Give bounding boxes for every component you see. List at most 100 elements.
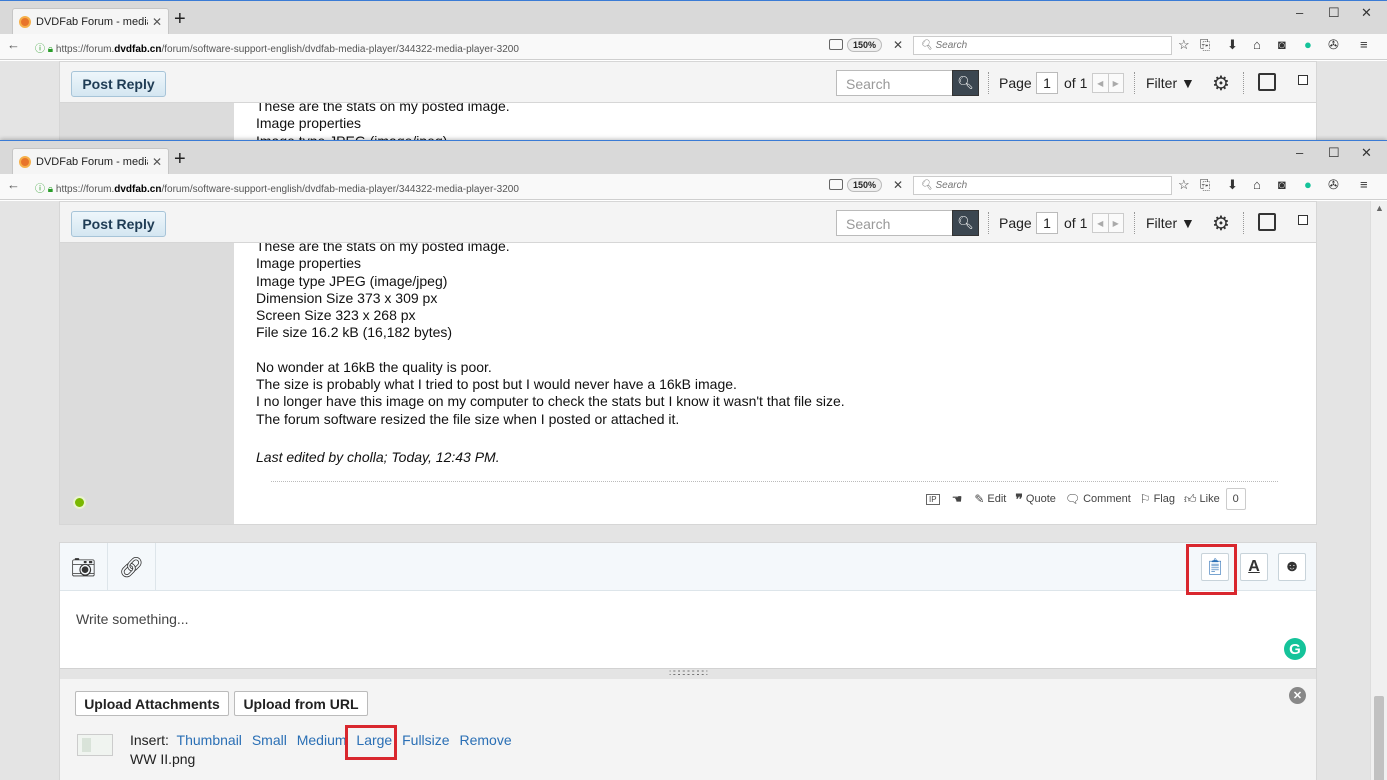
upload-from-url-button[interactable]: Upload from URL: [234, 691, 368, 716]
filter-dropdown[interactable]: Filter ▼: [1146, 75, 1195, 91]
last-edited-note: Last edited by cholla; Today, 12:43 PM.: [256, 448, 500, 465]
link-icon[interactable]: 🔗︎: [108, 543, 156, 591]
select-checkbox[interactable]: [1298, 75, 1308, 85]
next-page-icon[interactable]: ▶: [1109, 74, 1124, 92]
download-icon[interactable]: ⬇: [1227, 177, 1238, 193]
tab-close-icon[interactable]: ✕: [152, 155, 162, 169]
menu-icon[interactable]: ≡: [1360, 37, 1368, 52]
like-button[interactable]: 👍︎ Like: [1184, 492, 1220, 507]
reader-view-icon[interactable]: [829, 39, 843, 50]
upload-attachments-button[interactable]: Upload Attachments: [75, 691, 229, 716]
prev-page-icon[interactable]: ◀: [1093, 74, 1109, 92]
grammarly-icon[interactable]: ●: [1304, 177, 1312, 192]
url-path: /forum/software-support-english/dvdfab-m…: [161, 44, 519, 55]
flag-button[interactable]: ⚐ Flag: [1140, 492, 1175, 506]
forum-search-input[interactable]: Search: [836, 70, 953, 96]
scroll-thumb[interactable]: [1374, 696, 1384, 780]
browser-search-input[interactable]: 🔍︎ Search: [913, 176, 1172, 195]
close-upload-icon[interactable]: ✕: [1289, 687, 1306, 704]
prev-page-icon[interactable]: ◀: [1093, 214, 1109, 232]
minimize-button[interactable]: –: [1296, 145, 1303, 160]
close-window-button[interactable]: ✕: [1361, 5, 1372, 21]
minimize-button[interactable]: –: [1296, 5, 1303, 20]
address-bar[interactable]: ⓘ 🔒︎ https://forum.dvdfab.cn/forum/softw…: [35, 40, 519, 55]
ip-button[interactable]: IP: [926, 493, 943, 505]
select-checkbox[interactable]: [1298, 215, 1308, 225]
quote-button[interactable]: ❞ Quote: [1015, 491, 1056, 508]
scrollbar[interactable]: ▲: [1370, 201, 1387, 780]
camera-icon[interactable]: 📷︎: [60, 543, 108, 591]
divider: [1134, 72, 1135, 94]
gear-icon[interactable]: ⚙: [1212, 71, 1230, 96]
maximize-button[interactable]: ☐: [1328, 145, 1340, 161]
page-back: Post Reply Search 🔍︎ Page 1 of 1 ◀ ▶ Filt…: [0, 61, 1387, 141]
reader-view-icon[interactable]: [829, 179, 843, 190]
download-icon[interactable]: ⬇: [1227, 37, 1238, 53]
pocket-icon[interactable]: ◙: [1278, 177, 1286, 192]
image-icon[interactable]: [1258, 213, 1276, 231]
thanks-button[interactable]: ☚: [952, 492, 966, 506]
quote-icon: ❞: [1015, 490, 1023, 507]
close-window-button[interactable]: ✕: [1361, 145, 1372, 161]
insert-thumbnail-link[interactable]: Thumbnail: [177, 732, 242, 748]
reply-editor: 📷︎ 🔗︎ 📋︎ A ☻ Write something... G ∷∷∷∷∷∷…: [59, 542, 1317, 780]
insert-small-link[interactable]: Small: [252, 732, 287, 748]
address-bar[interactable]: ⓘ 🔒︎ https://forum.dvdfab.cn/forum/softw…: [35, 180, 519, 195]
extension-icon[interactable]: ✇: [1328, 37, 1339, 53]
bookmarks-list-icon[interactable]: ⎘: [1200, 37, 1210, 53]
browser-search-placeholder: Search: [935, 40, 968, 51]
maximize-button[interactable]: ☐: [1328, 5, 1340, 21]
url-path: /forum/software-support-english/dvdfab-m…: [161, 184, 519, 195]
favicon-icon: [19, 15, 31, 28]
resize-handle[interactable]: ∷∷∷∷∷∷∷∷: [60, 668, 1316, 679]
star-icon[interactable]: ☆: [1178, 177, 1190, 193]
zoom-level[interactable]: 150%: [847, 38, 883, 52]
search-icon[interactable]: 🔍︎: [952, 70, 979, 96]
pager-arrows[interactable]: ◀ ▶: [1092, 213, 1124, 233]
forum-search-input[interactable]: Search: [836, 210, 953, 236]
home-icon[interactable]: ⌂: [1253, 177, 1261, 192]
page-number-input[interactable]: 1: [1036, 72, 1058, 94]
pager-arrows[interactable]: ◀ ▶: [1092, 73, 1124, 93]
browser-search-input[interactable]: 🔍︎ Search: [913, 36, 1172, 55]
star-icon[interactable]: ☆: [1178, 37, 1190, 53]
stop-icon[interactable]: ✕: [893, 178, 903, 192]
pocket-icon[interactable]: ◙: [1278, 37, 1286, 52]
search-icon[interactable]: 🔍︎: [952, 210, 979, 236]
insert-medium-link[interactable]: Medium: [297, 732, 347, 748]
new-tab-button[interactable]: +: [174, 149, 186, 169]
browser-tab[interactable]: DVDFab Forum - media play ✕: [12, 148, 169, 174]
new-tab-button[interactable]: +: [174, 9, 186, 29]
highlight-box: [345, 725, 397, 760]
remove-attachment-link[interactable]: Remove: [459, 732, 511, 748]
zoom-level[interactable]: 150%: [847, 178, 883, 192]
grammarly-icon[interactable]: ●: [1304, 37, 1312, 52]
browser-tab[interactable]: DVDFab Forum - media play ✕: [12, 8, 169, 34]
tab-close-icon[interactable]: ✕: [152, 15, 162, 29]
comment-button[interactable]: 🗨︎ Comment: [1065, 492, 1131, 506]
post-reply-button[interactable]: Post Reply: [71, 71, 166, 97]
page-number-input[interactable]: 1: [1036, 212, 1058, 234]
emoji-icon[interactable]: ☻: [1278, 553, 1306, 581]
gear-icon[interactable]: ⚙: [1212, 211, 1230, 236]
message-input[interactable]: Write something...: [76, 611, 189, 627]
home-icon[interactable]: ⌂: [1253, 37, 1261, 52]
stop-icon[interactable]: ✕: [893, 38, 903, 52]
grammarly-badge[interactable]: G: [1284, 638, 1306, 660]
extension-icon[interactable]: ✇: [1328, 177, 1339, 193]
filter-dropdown[interactable]: Filter ▼: [1146, 215, 1195, 231]
menu-icon[interactable]: ≡: [1360, 177, 1368, 192]
insert-fullsize-link[interactable]: Fullsize: [402, 732, 449, 748]
like-label: Like: [1199, 493, 1220, 505]
url-host: dvdfab.cn: [114, 44, 162, 55]
image-icon[interactable]: [1258, 73, 1276, 91]
edit-button[interactable]: ✎ Edit: [974, 492, 1006, 506]
next-page-icon[interactable]: ▶: [1109, 214, 1124, 232]
bookmarks-list-icon[interactable]: ⎘: [1200, 177, 1210, 193]
back-arrow-icon[interactable]: ←: [7, 177, 20, 192]
font-format-icon[interactable]: A: [1240, 553, 1268, 581]
page-of: of 1: [1064, 215, 1088, 231]
back-arrow-icon[interactable]: ←: [7, 37, 20, 52]
scroll-up-icon[interactable]: ▲: [1375, 203, 1384, 213]
post-reply-button[interactable]: Post Reply: [71, 211, 166, 237]
